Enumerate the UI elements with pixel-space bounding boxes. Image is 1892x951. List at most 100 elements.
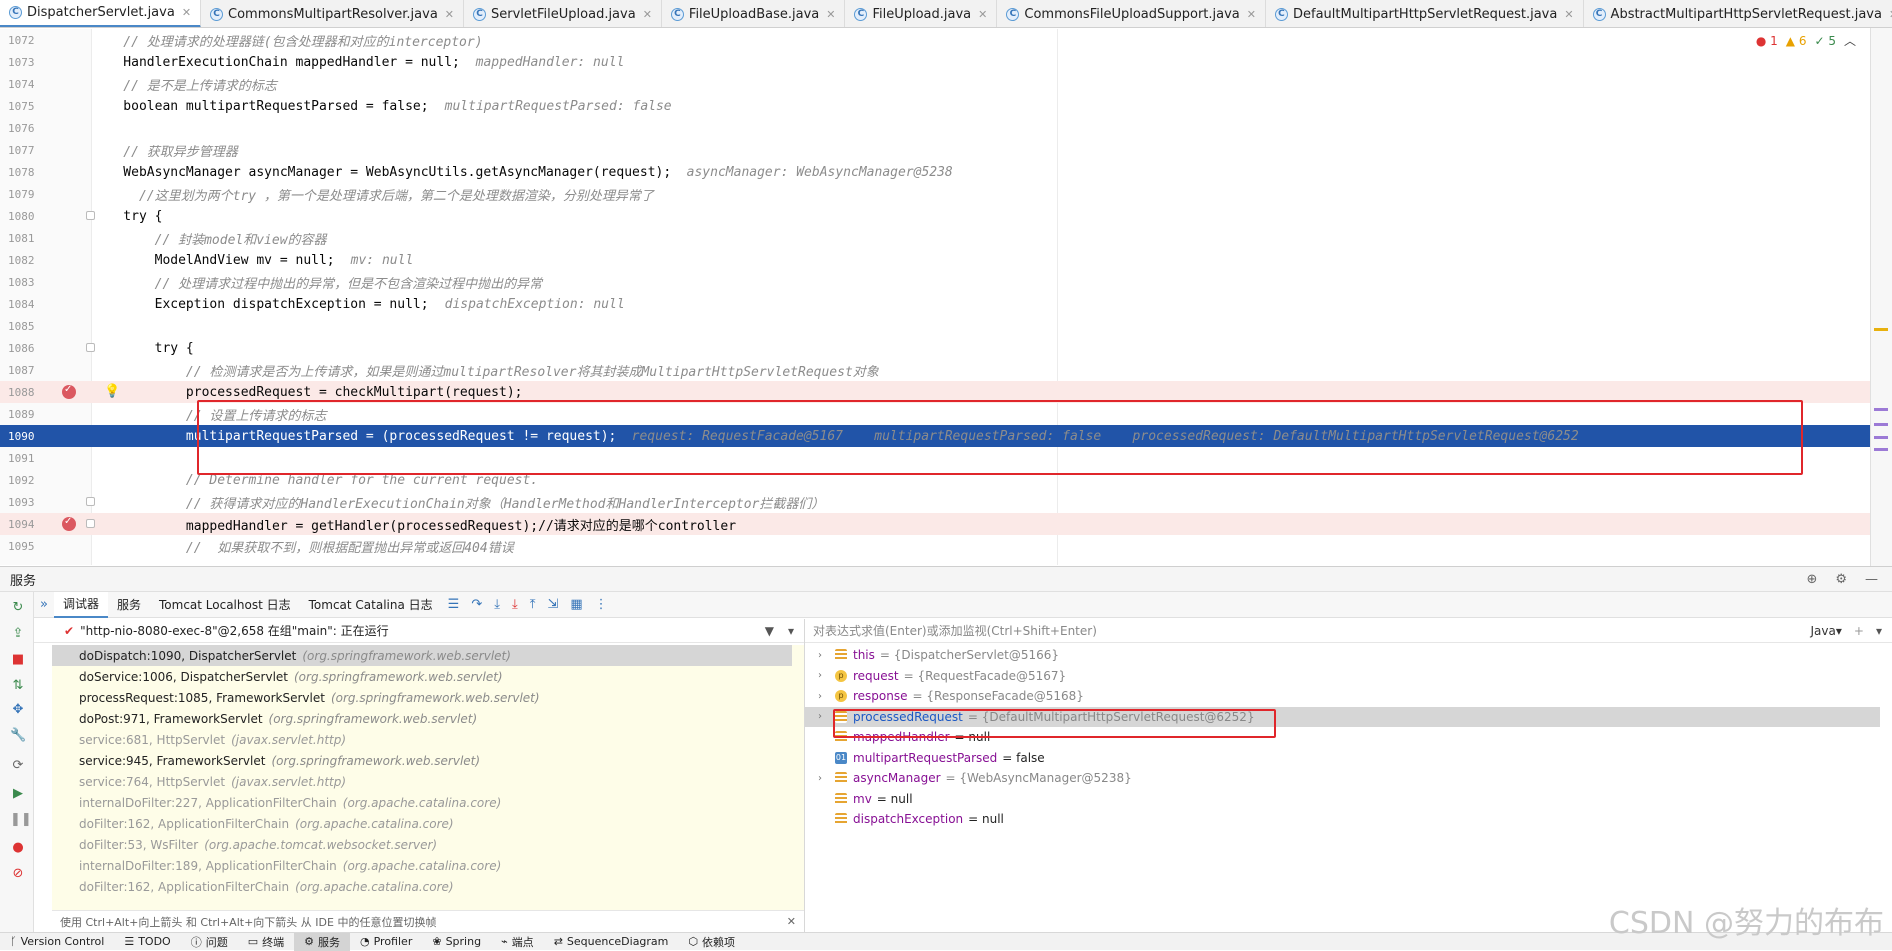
stop-icon[interactable]: ■	[10, 652, 26, 667]
expand-arrow-icon[interactable]: ›	[813, 691, 827, 702]
rerun-icon[interactable]: ↻	[10, 600, 26, 615]
tab-1[interactable]: C CommonsMultipartResolver.java ✕	[201, 0, 465, 27]
update-icon[interactable]: ⇅	[10, 678, 26, 693]
toolwindow-7[interactable]: ⌁ 端点	[491, 933, 544, 951]
wrench-icon[interactable]: 🔧	[10, 728, 26, 743]
frames-list[interactable]: doDispatch:1090, DispatcherServlet (org.s…	[52, 645, 804, 915]
stack-frame[interactable]: service:945, FrameworkServlet (org.spring…	[52, 750, 792, 771]
code-line[interactable]: 1078 WebAsyncManager asyncManager = WebA…	[0, 161, 1870, 183]
tab-7[interactable]: C AbstractMultipartHttpServletRequest.jav…	[1584, 0, 1892, 27]
step-out-icon[interactable]: ⤒	[524, 597, 542, 612]
code-line[interactable]: 1079 //这里划为两个try ，第一个是处理请求后端，第二个是处理数据渲染，…	[0, 183, 1870, 205]
tab-4[interactable]: C FileUpload.java ✕	[845, 0, 998, 27]
variable-row[interactable]: › p response = {ResponseFacade@5168}	[805, 686, 1880, 706]
close-tab-icon[interactable]: ✕	[182, 6, 191, 19]
step-into-icon[interactable]: ⤓	[488, 597, 506, 612]
stack-frame[interactable]: doDispatch:1090, DispatcherServlet (org.s…	[52, 645, 792, 666]
close-icon[interactable]: ✕	[787, 915, 796, 928]
stack-frame[interactable]: doService:1006, DispatcherServlet (org.sp…	[52, 666, 792, 687]
thread-selector[interactable]: ✔ "http-nio-8080-exec-8"@2,658 在组"main":…	[34, 619, 804, 643]
tab-3[interactable]: C FileUploadBase.java ✕	[662, 0, 846, 27]
deploy-icon[interactable]: ⇪	[10, 626, 26, 641]
stack-frame[interactable]: internalDoFilter:227, ApplicationFilterC…	[52, 792, 792, 813]
close-tab-icon[interactable]: ✕	[643, 8, 652, 21]
chevron-down-icon[interactable]: ▾	[1876, 624, 1882, 638]
toolwindow-3[interactable]: ▭ 终端	[238, 933, 294, 951]
trace-icon[interactable]: ⋮	[589, 597, 614, 612]
breakpoint-icon[interactable]	[62, 384, 76, 399]
stack-frame[interactable]: processRequest:1085, FrameworkServlet (or…	[52, 687, 792, 708]
stack-frame[interactable]: internalDoFilter:189, ApplicationFilterC…	[52, 855, 792, 876]
evaluate-expression-field[interactable]: 对表达式求值(Enter)或添加监视(Ctrl+Shift+Enter) Jav…	[805, 619, 1892, 643]
code-line[interactable]: 1087 // 检测请求是否为上传请求，如果是则通过multipartResol…	[0, 359, 1870, 381]
editor-scroll-strip[interactable]	[1870, 28, 1892, 568]
tab-2[interactable]: C ServletFileUpload.java ✕	[464, 0, 662, 27]
stack-frame[interactable]: doFilter:162, ApplicationFilterChain (org…	[52, 876, 792, 897]
close-tab-icon[interactable]: ✕	[1564, 8, 1573, 21]
tab-0[interactable]: C DispatcherServlet.java ✕	[0, 0, 202, 27]
mute-breakpoints-icon[interactable]: ⊘	[10, 866, 26, 881]
code-line[interactable]: 1086 try {	[0, 337, 1870, 359]
gear-icon[interactable]: ⚙	[1835, 572, 1847, 587]
toolwindow-2[interactable]: ⓘ 问题	[181, 933, 238, 951]
resume-icon[interactable]: ▶	[10, 786, 26, 801]
code-line[interactable]: 1072 // 处理请求的处理器链(包含处理器和对应的interceptor)	[0, 29, 1870, 51]
filter-icon[interactable]: ▼	[765, 624, 774, 638]
code-line[interactable]: 1085	[0, 315, 1870, 337]
expand-arrow-icon[interactable]: ›	[813, 650, 827, 661]
code-line[interactable]: 1073 HandlerExecutionChain mappedHandler…	[0, 51, 1870, 73]
code-editor[interactable]: ● 1 ▲ 6 ✓ 5 ︿ 1072 // 处理请求的处理器链(包含处理器和对应…	[0, 29, 1892, 565]
toolwindow-4[interactable]: ⚙ 服务	[294, 932, 350, 951]
code-line[interactable]: 1093 // 获得请求对应的HandlerExecutionChain对象（H…	[0, 491, 1870, 513]
refresh-icon[interactable]: ⟳	[10, 758, 26, 773]
expand-icon[interactable]: »	[34, 597, 54, 612]
stack-frame[interactable]: doFilter:162, ApplicationFilterChain (org…	[52, 813, 792, 834]
breakpoint-icon[interactable]	[62, 516, 76, 531]
subtab-1[interactable]: 服务	[108, 592, 150, 618]
menu-icon[interactable]: ☰	[442, 597, 466, 612]
variables-tree[interactable]: › this = {DispatcherServlet@5166} › p request…	[805, 645, 1892, 915]
pause-icon[interactable]: ❚❚	[10, 812, 32, 827]
chevron-down-icon[interactable]: ▾	[788, 624, 794, 638]
code-line[interactable]: 1082 ModelAndView mv = null; mv: null	[0, 249, 1870, 271]
code-line[interactable]: 1080 try {	[0, 205, 1870, 227]
code-line[interactable]: 1074 // 是不是上传请求的标志	[0, 73, 1870, 95]
subtab-3[interactable]: Tomcat Catalina 日志	[300, 592, 442, 618]
run-to-cursor-icon[interactable]: ⇲	[541, 597, 564, 612]
add-watch-icon[interactable]: +	[1854, 624, 1864, 638]
close-tab-icon[interactable]: ✕	[978, 8, 987, 21]
code-line[interactable]: 1077 // 获取异步管理器	[0, 139, 1870, 161]
close-tab-icon[interactable]: ✕	[1247, 8, 1256, 21]
code-line[interactable]: 1075 boolean multipartRequestParsed = fa…	[0, 95, 1870, 117]
network-icon[interactable]: ✥	[10, 702, 26, 717]
toolwindow-1[interactable]: ☰ TODO	[114, 933, 180, 951]
code-line[interactable]: 1076	[0, 117, 1870, 139]
tab-5[interactable]: C CommonsFileUploadSupport.java ✕	[997, 0, 1266, 27]
minimize-icon[interactable]: —	[1865, 572, 1878, 587]
breakpoints-icon[interactable]: ●	[10, 840, 26, 855]
toolwindow-5[interactable]: ◔ Profiler	[350, 933, 422, 951]
variable-row[interactable]: dispatchException = null	[805, 809, 1880, 829]
expand-arrow-icon[interactable]: ›	[813, 711, 827, 722]
toolwindow-8[interactable]: ⇄ SequenceDiagram	[544, 933, 679, 951]
evaluate-icon[interactable]: ▦	[564, 597, 588, 612]
variable-row[interactable]: 01 multipartRequestParsed = false	[805, 748, 1880, 768]
variable-row[interactable]: › p request = {RequestFacade@5167}	[805, 666, 1880, 686]
toolwindow-6[interactable]: ❀ Spring	[422, 933, 491, 951]
code-line[interactable]: 1095 // 如果获取不到，则根据配置抛出异常或返回404错误	[0, 535, 1870, 557]
target-icon[interactable]: ⊕	[1806, 572, 1817, 587]
toolwindow-0[interactable]: ᚴ Version Control	[0, 933, 114, 951]
language-select[interactable]: Java▾	[1811, 624, 1842, 638]
subtab-2[interactable]: Tomcat Localhost 日志	[150, 592, 300, 618]
close-tab-icon[interactable]: ✕	[445, 8, 454, 21]
variable-row[interactable]: › this = {DispatcherServlet@5166}	[805, 645, 1880, 665]
force-step-icon[interactable]: ⤓	[506, 597, 524, 612]
close-tab-icon[interactable]: ✕	[826, 8, 835, 21]
variable-row[interactable]: mv = null	[805, 789, 1880, 809]
tab-6[interactable]: C DefaultMultipartHttpServletRequest.java…	[1266, 0, 1584, 27]
stack-frame[interactable]: service:764, HttpServlet (javax.servlet.h…	[52, 771, 792, 792]
code-line[interactable]: 1083 // 处理请求过程中抛出的异常，但是不包含渲染过程中抛出的异常	[0, 271, 1870, 293]
stack-frame[interactable]: doPost:971, FrameworkServlet (org.springf…	[52, 708, 792, 729]
step-over-icon[interactable]: ↷	[465, 597, 488, 612]
expand-arrow-icon[interactable]: ›	[813, 670, 827, 681]
